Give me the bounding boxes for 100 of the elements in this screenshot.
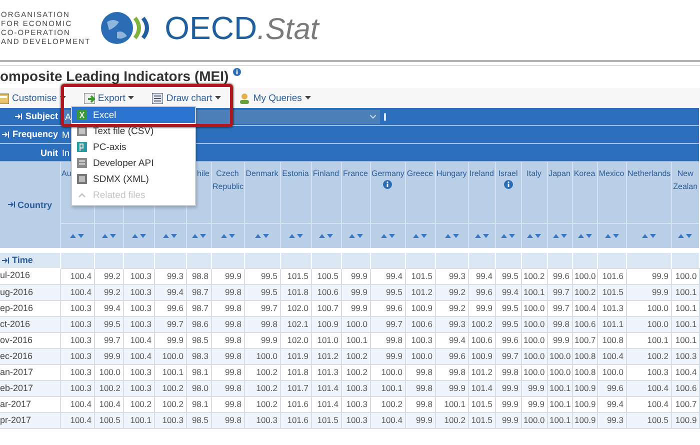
table-cell: 100.3 (341, 380, 370, 396)
table-cell: 99.6 (435, 348, 468, 364)
sort-arrows-icon[interactable] (444, 233, 458, 239)
table-cell: 99.8 (211, 412, 244, 428)
table-cell: 99.9 (521, 396, 547, 412)
column-header[interactable]: Ireland (470, 167, 494, 180)
table-cell: 100.2 (341, 348, 370, 364)
sort-arrows-icon[interactable] (527, 233, 541, 239)
arrow-bar-icon (2, 256, 9, 264)
toolbar-button[interactable]: Customise (0, 92, 68, 104)
caret-icon (304, 96, 311, 100)
table-cell: 101.6 (280, 396, 311, 412)
sort-arrows-icon[interactable] (413, 233, 427, 239)
table-cell: 99.9 (495, 396, 521, 412)
table-cell: 100.7 (572, 332, 597, 348)
table-cell: 98.5 (186, 332, 211, 348)
table-cell: 100.0 (244, 348, 280, 364)
table-cell: 100.4 (671, 364, 700, 380)
toolbar-button[interactable]: Draw chart (150, 92, 224, 104)
menu-item[interactable]: PC-axis (72, 139, 195, 155)
column-header[interactable]: Mexico (598, 167, 624, 180)
table-cell: 100.3 (123, 316, 154, 332)
sort-arrows-icon[interactable] (474, 233, 488, 239)
table-cell: 99.5 (495, 268, 521, 284)
table-cell: 99.9 (521, 380, 547, 396)
sort-arrows-icon[interactable] (163, 233, 177, 239)
caret-up-icon (77, 190, 87, 200)
menu-item[interactable]: SDMX (XML) (72, 171, 195, 187)
table-cell: 101.8 (280, 364, 311, 380)
table-cell: 100.3 (60, 380, 94, 396)
sort-arrows-icon[interactable] (70, 233, 84, 239)
table-cell: 98.3 (186, 348, 211, 364)
table-cell: 99.9 (547, 332, 572, 348)
column-header[interactable]: Hungary (436, 167, 466, 180)
sort-arrows-icon[interactable] (348, 233, 362, 239)
toolbar-button[interactable]: Export (82, 92, 136, 104)
sort-arrows-icon[interactable] (380, 233, 394, 239)
menu-item[interactable]: Excel (72, 107, 195, 123)
table-cell: 100.0 (521, 364, 547, 380)
sort-arrows-icon[interactable] (288, 233, 302, 239)
table-cell: 99.4 (370, 268, 405, 284)
table-cell: 100.8 (572, 348, 597, 364)
column-header[interactable]: Israel (496, 167, 520, 180)
menu-item[interactable]: Developer API (72, 155, 195, 171)
sort-arrows-icon[interactable] (192, 233, 206, 239)
column-header[interactable]: Italy (522, 167, 546, 180)
sort-arrows-icon[interactable] (220, 233, 234, 239)
column-header[interactable]: Korea (574, 167, 596, 180)
sort-arrows-icon[interactable] (501, 233, 515, 239)
column-header[interactable]: France (342, 167, 368, 180)
table-cell: 100.7 (311, 300, 341, 316)
table-cell: 100.4 (370, 412, 405, 428)
column-header[interactable]: Finland (312, 167, 340, 180)
sort-arrows-icon[interactable] (552, 233, 566, 239)
table-cell: 101.4 (311, 396, 341, 412)
table-cell: 100.1 (671, 284, 700, 300)
column-header[interactable]: Japan (548, 167, 570, 180)
person-icon (239, 92, 250, 104)
table-cell: 101.6 (597, 268, 626, 284)
table-cell: 99.8 (244, 316, 280, 332)
column-header[interactable]: Estonia (282, 167, 310, 180)
table-cell: 100.2 (435, 412, 468, 428)
filter-value: In (62, 148, 70, 158)
table-cell: 99.9 (341, 268, 370, 284)
table-cell: 101.9 (280, 348, 311, 364)
sort-arrows-icon[interactable] (604, 233, 618, 239)
toolbar-button[interactable]: My Queries (237, 92, 313, 104)
table-cell: 100.9 (468, 348, 495, 364)
sort-arrows-icon[interactable] (255, 233, 269, 239)
table-cell: 100.9 (671, 412, 700, 428)
menu-item: Related files (72, 187, 195, 203)
sort-arrows-icon[interactable] (319, 233, 333, 239)
table-cell: 99.7 (154, 316, 186, 332)
table-cell: 99.7 (547, 300, 572, 316)
table-cell: 100.3 (123, 284, 154, 300)
sort-arrows-icon[interactable] (132, 233, 146, 239)
table-cell: 100.3 (123, 268, 154, 284)
table-cell: 100.3 (123, 364, 154, 380)
table-cell: 100.1 (671, 332, 700, 348)
table-cell: 100.3 (60, 364, 94, 380)
menu-item[interactable]: Text file (CSV) (72, 123, 195, 139)
table-cell: 99.4 (154, 284, 186, 300)
table-cell: 99.6 (468, 284, 495, 300)
column-header[interactable]: Denmark (246, 167, 278, 180)
table-cell: 101.6 (280, 412, 311, 428)
table-cell: 100.7 (671, 396, 700, 412)
column-header[interactable]: Germany (372, 167, 404, 180)
table-cell: 98.7 (186, 284, 211, 300)
sort-arrows-icon[interactable] (642, 233, 656, 239)
table-cell: 99.5 (370, 284, 405, 300)
table-cell: 100.1 (154, 364, 186, 380)
column-header[interactable]: Netherlands (628, 167, 670, 180)
table-cell: 99.8 (211, 316, 244, 332)
table-cell: 99.5 (244, 284, 280, 300)
column-header[interactable]: Greece (406, 167, 434, 180)
sort-arrows-icon[interactable] (578, 233, 592, 239)
table-cell: 99.9 (211, 268, 244, 284)
sort-arrows-icon[interactable] (678, 233, 692, 239)
table-cell: 99.8 (211, 396, 244, 412)
sort-arrows-icon[interactable] (102, 233, 116, 239)
